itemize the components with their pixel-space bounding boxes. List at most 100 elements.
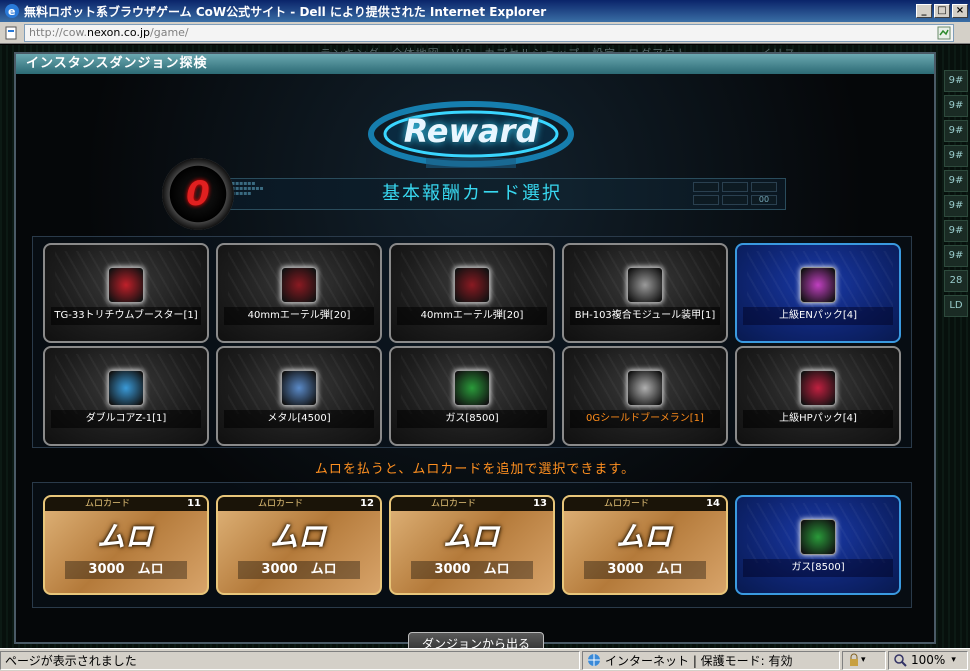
window-titlebar: e 無料ロボット系ブラウザゲーム CoW公式サイト - Dell により提供され…: [0, 0, 970, 22]
reward-card-label: 上級HPパック[4]: [743, 410, 893, 428]
title-slot-value: 00: [751, 195, 777, 205]
reward-card-label: 40mmエーテル弾[20]: [224, 307, 374, 325]
muro-card-header: ムロカード: [391, 497, 553, 511]
title-slot: [751, 182, 777, 192]
reward-selection-bar: ▪▪▪▪▪▪ ▪▪▪▪▪▪▪▪ ▪▪▪▪▪ 基本報酬カード選択 00: [226, 178, 786, 210]
reward-card[interactable]: 40mmエーテル弾[20]: [216, 243, 382, 343]
item-icon: [108, 267, 144, 303]
reward-card[interactable]: 0Gシールドブーメラン[1]: [562, 346, 728, 446]
side-slot[interactable]: 9#: [944, 245, 968, 267]
muro-card[interactable]: ムロカード 13 ムロ 3000 ムロ: [389, 495, 555, 595]
item-icon: [800, 370, 836, 406]
muro-logo: ムロ: [442, 520, 499, 553]
magnifier-icon: [894, 654, 907, 667]
zoom-level: 100%: [911, 653, 946, 667]
item-icon: [454, 370, 490, 406]
page-icon: [5, 26, 17, 39]
zoom-control[interactable]: 100% ▾: [888, 650, 968, 670]
address-field[interactable]: http://cow.nexon.co.jp/game/: [24, 23, 954, 42]
reward-card-label: BH-103複合モジュール装甲[1]: [570, 307, 720, 325]
title-slot: [722, 195, 748, 205]
side-slot[interactable]: 28: [944, 270, 968, 292]
item-icon: [108, 370, 144, 406]
reward-card-label: メタル[4500]: [224, 410, 374, 428]
muro-card-grid: ムロカード 11 ムロ 3000 ムロ ムロカード 12 ムロ 3000 ムロ ムロカード 13 ム…: [32, 482, 912, 608]
reward-card[interactable]: ダブルコアZ-1[1]: [43, 346, 209, 446]
reward-card[interactable]: BH-103複合モジュール装甲[1]: [562, 243, 728, 343]
address-bar: http://cow.nexon.co.jp/game/: [0, 22, 970, 44]
title-slot: [693, 182, 719, 192]
selection-counter: 0: [162, 158, 234, 230]
muro-card[interactable]: ムロカード 14 ムロ 3000 ムロ: [562, 495, 728, 595]
reward-card[interactable]: 上級ENパック[4]: [735, 243, 901, 343]
side-slot[interactable]: 9#: [944, 70, 968, 92]
muro-selected-label: ガス[8500]: [743, 559, 893, 577]
item-icon: [281, 370, 317, 406]
side-slot[interactable]: 9#: [944, 170, 968, 192]
muro-card-number: 12: [360, 498, 374, 509]
right-side-strip: 9# 9# 9# 9# 9# 9# 9# 9# 28 LD: [944, 70, 968, 320]
side-slot[interactable]: 9#: [944, 220, 968, 242]
reward-card[interactable]: メタル[4500]: [216, 346, 382, 446]
reward-selection-title: 基本報酬カード選択: [382, 183, 562, 204]
reward-card-label: ダブルコアZ-1[1]: [51, 410, 201, 428]
item-icon: [454, 267, 490, 303]
minimize-button[interactable]: _: [916, 4, 932, 18]
side-slot[interactable]: 9#: [944, 145, 968, 167]
reward-card-label: TG-33トリチウムブースター[1]: [51, 307, 201, 325]
title-slots: 00: [693, 182, 777, 205]
reward-card-label: 0Gシールドブーメラン[1]: [570, 410, 720, 428]
item-icon: [281, 267, 317, 303]
reward-card-label: ガス[8500]: [397, 410, 547, 428]
instance-dungeon-dialog: インスタンスダンジョン探検 Reward ▪▪▪▪▪▪ ▪▪▪▪▪▪▪▪ ▪▪▪▪▪…: [14, 52, 936, 656]
muro-card-price: 3000 ムロ: [584, 561, 706, 579]
muro-card-header: ムロカード: [218, 497, 380, 511]
muro-card[interactable]: ムロカード 11 ムロ 3000 ムロ: [43, 495, 209, 595]
address-domain: nexon.co.jp: [86, 25, 151, 39]
address-suffix: /game/: [150, 25, 189, 39]
muro-card[interactable]: ムロカード 12 ムロ 3000 ムロ: [216, 495, 382, 595]
muro-card-number: 13: [533, 498, 547, 509]
status-bar: ページが表示されました インターネット | 保護モード: 有効 ▾ 100% ▾: [0, 648, 970, 671]
reward-card[interactable]: ガス[8500]: [389, 346, 555, 446]
muro-selected-card[interactable]: ガス[8500]: [735, 495, 901, 595]
compatibility-icon[interactable]: [937, 26, 951, 40]
reward-card[interactable]: TG-33トリチウムブースター[1]: [43, 243, 209, 343]
maximize-button[interactable]: □: [934, 4, 950, 18]
muro-logo: ムロ: [615, 520, 672, 553]
window-title: 無料ロボット系ブラウザゲーム CoW公式サイト - Dell により提供された …: [24, 4, 547, 19]
muro-card-number: 14: [706, 498, 720, 509]
side-slot[interactable]: LD: [944, 295, 968, 317]
item-icon: [800, 267, 836, 303]
muro-logo: ムロ: [96, 520, 153, 553]
reward-card[interactable]: 上級HPパック[4]: [735, 346, 901, 446]
reward-title: Reward: [403, 112, 539, 150]
side-slot[interactable]: 9#: [944, 195, 968, 217]
protected-mode[interactable]: ▾: [842, 650, 886, 670]
close-button[interactable]: ×: [952, 4, 968, 18]
muro-card-number: 11: [187, 498, 201, 509]
security-zone-label: インターネット | 保護モード: 有効: [605, 653, 793, 668]
muro-card-header: ムロカード: [564, 497, 726, 511]
reward-card[interactable]: 40mmエーテル弾[20]: [389, 243, 555, 343]
dialog-body: Reward ▪▪▪▪▪▪ ▪▪▪▪▪▪▪▪ ▪▪▪▪▪ 基本報酬カード選択 00 …: [16, 74, 934, 656]
muro-logo: ムロ: [269, 520, 326, 553]
muro-card-price: 3000 ムロ: [65, 561, 187, 579]
internet-explorer-icon: e: [5, 4, 19, 18]
item-icon: [627, 267, 663, 303]
muro-card-price: 3000 ムロ: [238, 561, 360, 579]
security-zone[interactable]: インターネット | 保護モード: 有効: [582, 650, 840, 670]
muro-card-header: ムロカード: [45, 497, 207, 511]
title-slot: [722, 182, 748, 192]
reward-card-label: 40mmエーテル弾[20]: [397, 307, 547, 325]
basic-card-grid: TG-33トリチウムブースター[1] 40mmエーテル弾[20] 40mmエーテル弾…: [32, 236, 912, 448]
side-slot[interactable]: 9#: [944, 95, 968, 117]
item-icon: [627, 370, 663, 406]
dropdown-arrow-icon: ▾: [861, 655, 866, 665]
address-prefix: http://cow.: [29, 25, 87, 39]
side-slot[interactable]: 9#: [944, 120, 968, 142]
counter-value: 0: [186, 174, 210, 214]
lock-icon: [850, 653, 858, 666]
reward-card-label: 上級ENパック[4]: [743, 307, 893, 325]
svg-text:e: e: [8, 5, 15, 18]
